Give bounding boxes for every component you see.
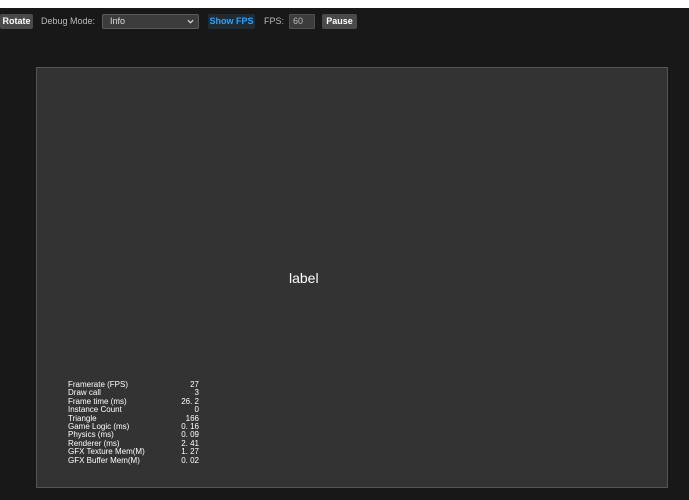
debug-mode-label: Debug Mode:	[41, 16, 96, 26]
stats-panel: Framerate (FPS) 27 Draw call 3 Frame tim…	[68, 380, 199, 465]
rotate-button[interactable]: Rotate	[0, 14, 33, 29]
stat-row-gfx-buffer-mem: GFX Buffer Mem(M) 0. 02	[68, 455, 199, 465]
window-top-strip	[0, 0, 689, 8]
game-canvas[interactable]: label Framerate (FPS) 27 Draw call 3 Fra…	[36, 67, 668, 488]
debug-mode-value: Info	[110, 16, 126, 26]
fps-input[interactable]: 60	[289, 14, 315, 29]
stat-name: GFX Buffer Mem(M)	[68, 455, 140, 465]
stat-value: 0. 02	[181, 455, 199, 465]
toolbar: Rotate Debug Mode: Info Show FPS FPS: 60…	[0, 8, 689, 34]
fps-label: FPS:	[264, 16, 285, 26]
center-label: label	[289, 270, 319, 286]
debug-mode-select[interactable]: Info	[102, 14, 199, 29]
show-fps-button[interactable]: Show FPS	[208, 14, 255, 29]
pause-button[interactable]: Pause	[322, 14, 357, 29]
chevron-down-icon	[187, 19, 194, 24]
